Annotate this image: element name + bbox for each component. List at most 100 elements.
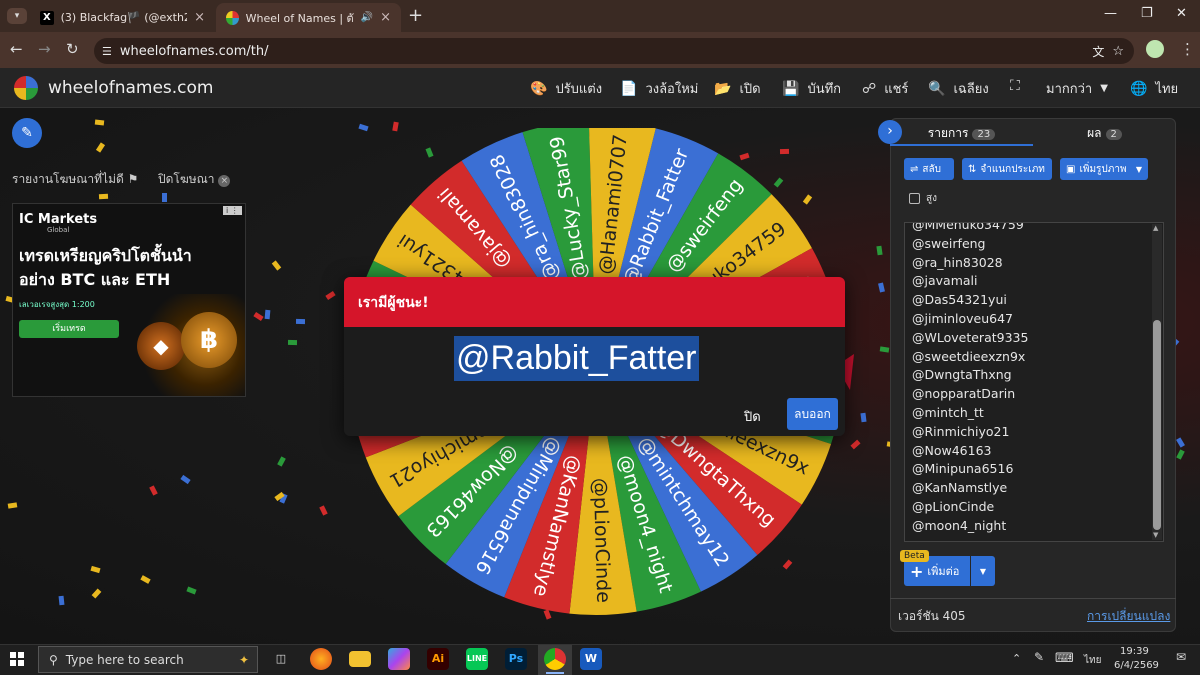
close-tab-icon[interactable]: × [194,10,205,25]
taskbar-search-box[interactable]: ⚲ Type here to search ✦ [38,646,258,673]
illustrator-icon[interactable]: Ai [427,648,449,670]
entry-item[interactable]: @DwngtaThxng [905,366,1163,385]
entries-textarea[interactable]: @MMenuko34759 @sweirfeng @ra_hin83028 @java… [904,222,1164,542]
minimize-icon[interactable]: — [1104,6,1117,21]
browser-menu-icon[interactable]: ⋮ [1180,40,1195,58]
confetti-piece [90,565,101,574]
site-logo-text[interactable]: wheelofnames.com [48,78,213,98]
x-logo-icon: X [40,10,54,25]
new-tab-button[interactable]: + [408,5,423,26]
confetti-piece [149,485,158,496]
entry-item[interactable]: @nopparatDarin [905,385,1163,404]
entry-item[interactable]: @mintch_tt [905,404,1163,423]
menu-share[interactable]: ☍ แชร์ [862,78,908,99]
ad-cta-button[interactable]: เริ่มเทรด [19,320,119,338]
confetti-piece [162,193,167,202]
image-icon: ▣ [1066,163,1076,175]
edit-pencil-button[interactable]: ✎ [12,118,42,148]
tab-search-button[interactable]: ▾ [7,8,27,24]
menu-customize[interactable]: 🎨 ปรับแต่ง [530,78,602,99]
menu-language[interactable]: 🌐 ไทย [1130,78,1178,99]
changelog-link[interactable]: การเปลี่ยนแปลง [1087,607,1170,626]
site-logo-icon[interactable] [14,76,38,100]
entry-item[interactable]: @sweetdieexzn9x [905,348,1163,367]
copilot-icon[interactable] [388,648,410,670]
entry-item[interactable]: @MMenuko34759 [905,223,1163,235]
url-bar[interactable]: ☰ wheelofnames.com/th/ 文 ☆ [94,38,1134,64]
caret-down-icon: ▼ [1100,83,1108,94]
forward-icon[interactable]: → [38,40,51,58]
entry-item[interactable]: @moon4_night [905,517,1163,536]
entry-item[interactable]: @Rinmichiyo21 [905,423,1163,442]
entry-item[interactable]: @sweirfeng [905,235,1163,254]
fullscreen-icon[interactable]: ⛶ [1010,78,1020,94]
entry-item[interactable]: @Das54321yui [905,291,1163,310]
tray-chevron-icon[interactable]: ⌃ [1012,652,1021,665]
menu-save[interactable]: 💾 บันทึก [782,78,841,99]
dialog-remove-button[interactable]: ลบออก [787,398,838,430]
notification-icon[interactable]: ✉ [1176,650,1186,664]
taskbar-time[interactable]: 19:39 [1120,646,1149,657]
menu-open[interactable]: 📂 เปิด [714,78,761,99]
close-tab-icon[interactable]: × [380,10,391,25]
tab-entries[interactable]: รายการ 23 [890,118,1033,146]
menu-new-wheel[interactable]: 📄 วงล้อใหม่ [620,78,698,99]
translate-icon[interactable]: 文 [1092,43,1104,60]
add-image-button[interactable]: ▣ เพิ่มรูปภาพ ▼ [1060,158,1148,180]
entry-item[interactable]: @ra_hin83028 [905,254,1163,273]
back-icon[interactable]: ← [10,40,23,58]
browser-tab-wheel[interactable]: Wheel of Names | ตัวเลือกชื่อ 🔊 × [216,3,401,32]
file-explorer-icon[interactable] [349,651,371,667]
chrome-icon[interactable] [544,648,566,670]
shuffle-icon: ⇌ [910,163,919,175]
entry-item[interactable]: @WLoveterat9335 [905,329,1163,348]
entry-item[interactable]: @KanNamstlye [905,479,1163,498]
windows-start-icon[interactable] [10,652,24,666]
close-ad-link[interactable]: ปิดโฆษณา × [158,170,231,189]
advertisement[interactable]: IC Markets Global i ⋮ เทรดเหรียญคริปโตชั… [12,203,246,397]
pen-icon[interactable]: ✎ [1034,650,1044,664]
add-more-dropdown[interactable]: ▼ [971,556,995,586]
speaker-icon: 🔊 [360,12,374,23]
reload-icon[interactable]: ↻ [66,40,79,58]
scroll-down-icon[interactable]: ▼ [1153,531,1158,539]
taskbar-date[interactable]: 6/4/2569 [1114,660,1159,671]
sort-button[interactable]: ⇅ จำแนกประเภท [962,158,1052,180]
bookmark-star-icon[interactable]: ☆ [1112,44,1124,59]
browser-tab-x[interactable]: X (3) Blackfag🏴 (@exth247) / X × [30,3,215,32]
confetti-piece [94,119,105,126]
dialog-close-button[interactable]: ปิด [744,406,761,427]
scrollbar-thumb[interactable] [1153,320,1161,530]
menu-gallery[interactable]: 🔍 เฉลียง [928,78,989,99]
maximize-icon[interactable]: ❐ [1141,6,1153,21]
firefox-icon[interactable] [310,648,332,670]
report-ad-link[interactable]: รายงานโฆษณาที่ไม่ดี ⚑ [12,170,138,189]
entry-item[interactable]: @pLionCinde [905,498,1163,517]
confetti-piece [140,575,151,584]
photoshop-icon[interactable]: Ps [505,648,527,670]
ad-info-icon[interactable]: i ⋮ [223,206,242,215]
ad-brand: IC Markets [19,212,98,227]
profile-avatar[interactable] [1146,40,1164,58]
entry-item[interactable]: @Now46163 [905,442,1163,461]
confetti-piece [271,260,282,271]
word-icon[interactable]: W [580,648,602,670]
entry-item[interactable]: @Minipuna6516 [905,460,1163,479]
task-view-icon[interactable]: ◫ [270,648,292,670]
shuffle-button[interactable]: ⇌ สลับ [904,158,954,180]
chrome-active-indicator [546,672,564,674]
menu-more[interactable]: มากกว่า ▼ [1046,78,1108,99]
site-settings-icon[interactable]: ☰ [102,45,112,58]
scroll-up-icon[interactable]: ▲ [1153,224,1158,232]
entry-item[interactable]: @jiminloveu647 [905,310,1163,329]
confetti-piece [876,245,883,256]
close-window-icon[interactable]: ✕ [1176,6,1187,21]
input-language[interactable]: ไทย [1084,653,1101,668]
line-icon[interactable]: LINE [466,648,488,670]
advanced-label: สูง [926,193,937,204]
entry-item[interactable]: @javamali [905,272,1163,291]
advanced-checkbox[interactable] [909,193,920,204]
tab-results[interactable]: ผล 2 [1033,118,1176,146]
keyboard-icon[interactable]: ⌨ [1055,651,1074,666]
version-label: เวอร์ชัน 405 [898,609,966,623]
